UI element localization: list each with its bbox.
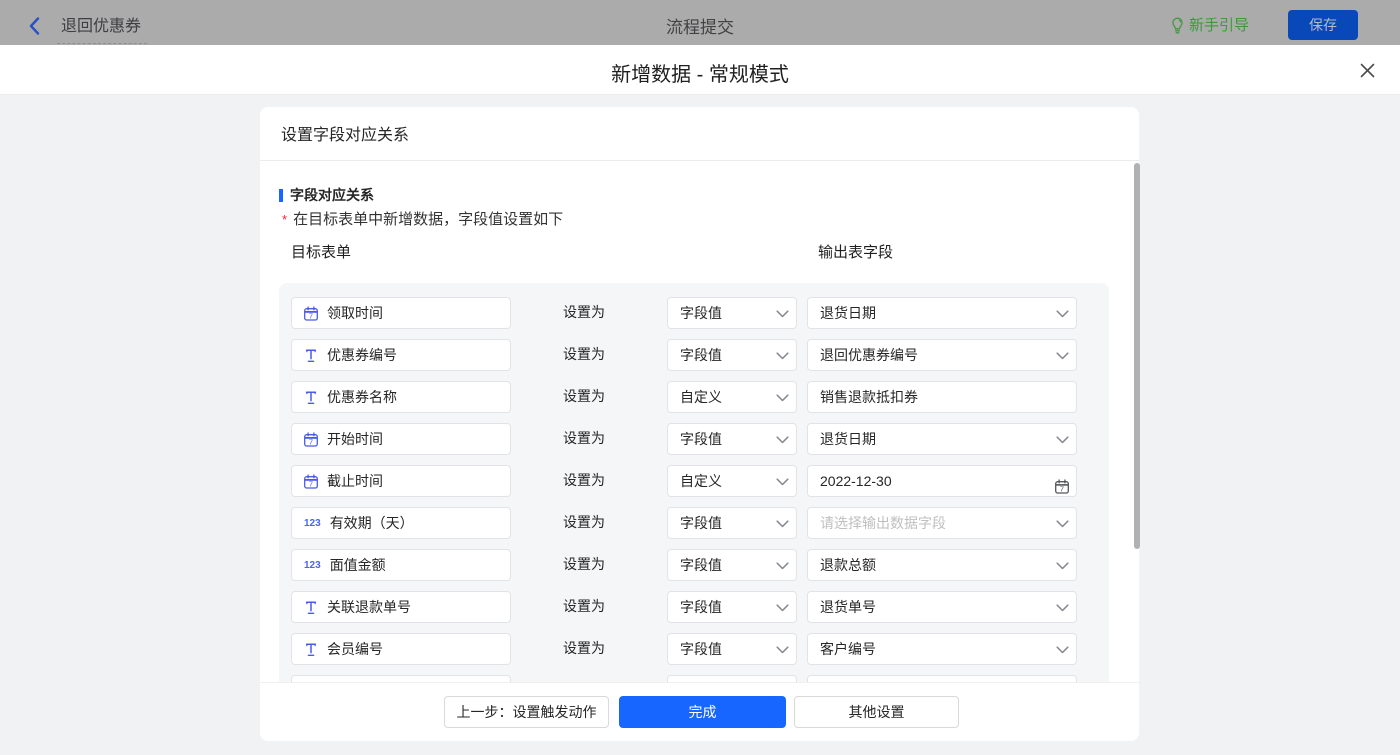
- svg-text:7: 7: [309, 437, 313, 446]
- svg-text:7: 7: [1060, 484, 1064, 493]
- svg-text:7: 7: [309, 479, 313, 488]
- svg-text:7: 7: [309, 311, 313, 320]
